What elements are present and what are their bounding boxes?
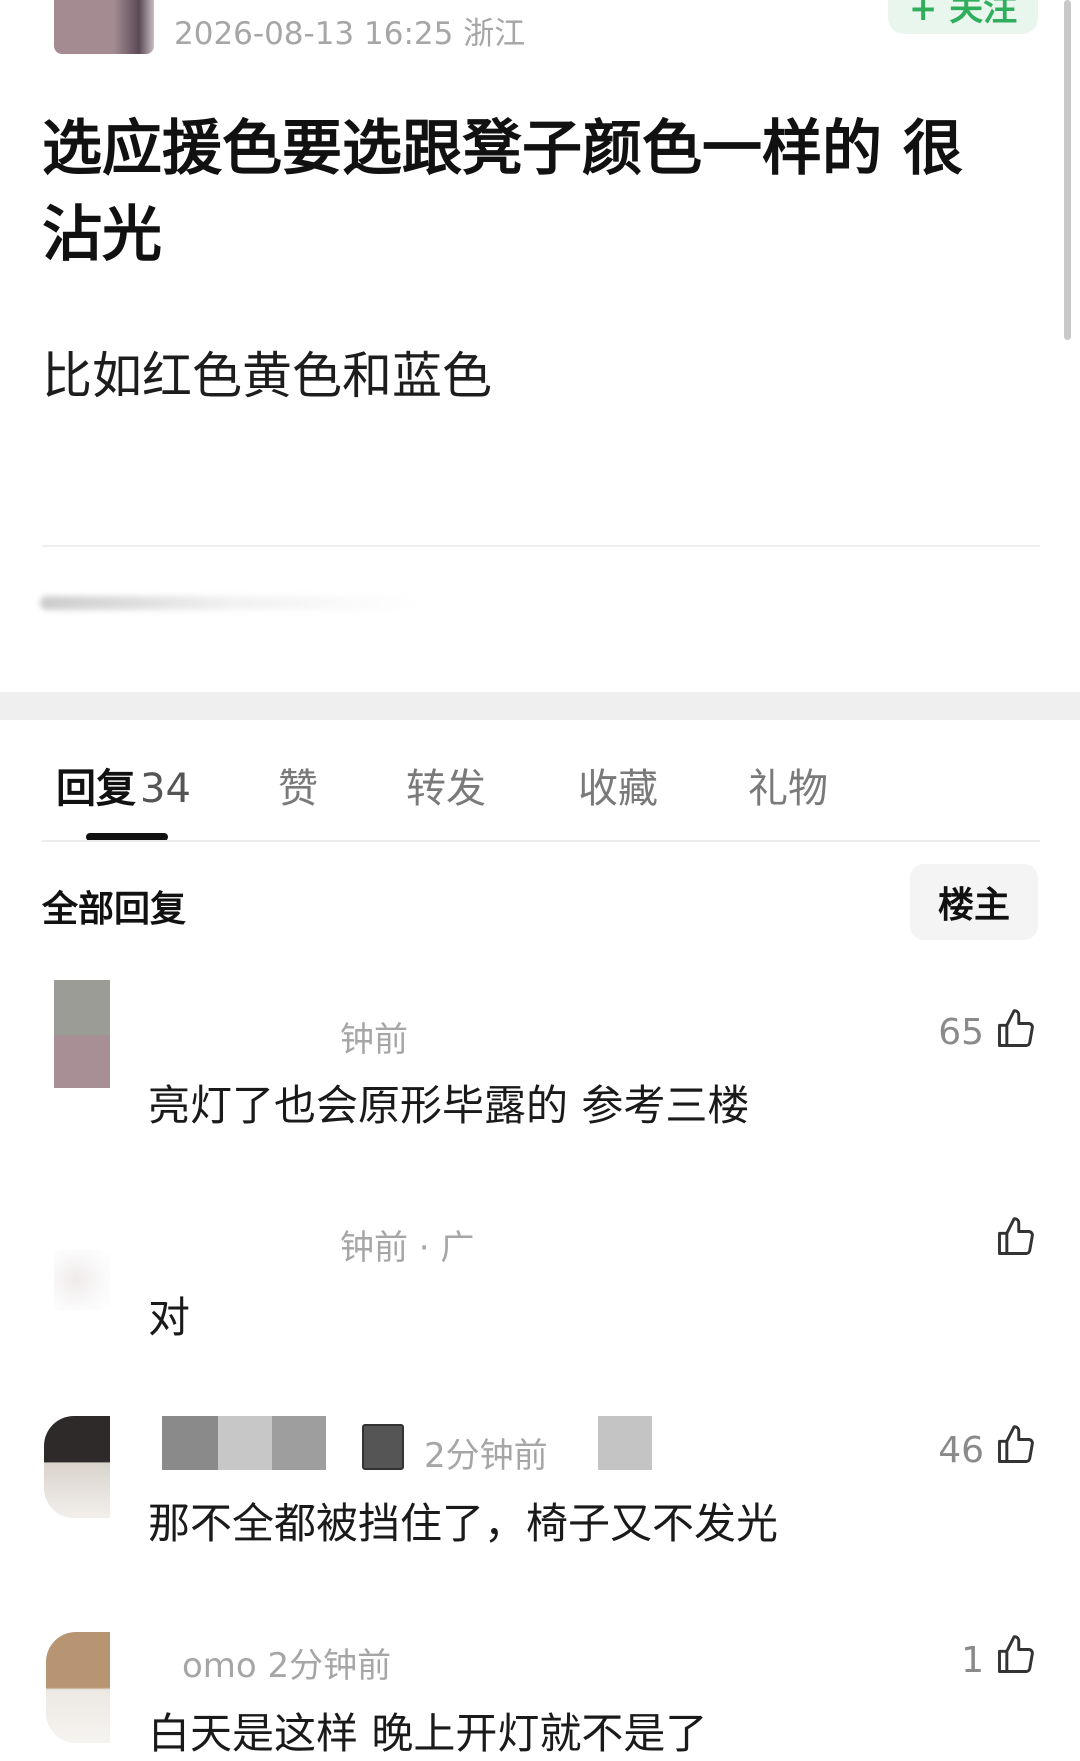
post-meta: 2026-08-13 16:25 浙江 — [174, 16, 526, 52]
scrollbar[interactable] — [1064, 0, 1071, 340]
thumbs-up-icon[interactable] — [994, 1422, 1038, 1468]
divider — [42, 840, 1040, 842]
tab-likes[interactable]: 赞 — [278, 756, 318, 814]
tab-replies-label: 回复 — [56, 766, 136, 812]
blurred-content — [40, 596, 420, 610]
divider — [42, 545, 1040, 547]
masked-username — [218, 1416, 272, 1470]
comment-meta: 钟前 · 广 — [340, 1228, 475, 1268]
masked-username — [598, 1416, 652, 1470]
masked-username — [162, 1416, 218, 1470]
comment-meta: 2分钟前 — [424, 1436, 548, 1476]
post-body: 比如红色黄色和蓝色 — [42, 347, 492, 405]
comment-text: 对 — [148, 1293, 191, 1342]
follow-button[interactable]: + 关注 — [888, 0, 1038, 34]
commenter-avatar[interactable] — [54, 980, 110, 1088]
masked-username — [150, 1010, 340, 1054]
comment-text: 那不全都被挡住了，椅子又不发光 — [148, 1499, 779, 1548]
comment-text: 亮灯了也会原形毕露的 参考三楼 — [148, 1081, 750, 1130]
all-replies-heading: 全部回复 — [42, 889, 187, 930]
section-separator — [0, 692, 1080, 720]
author-avatar[interactable] — [54, 0, 154, 54]
comment-meta: omo 2分钟前 — [182, 1646, 392, 1686]
thumbs-up-icon[interactable] — [994, 1006, 1038, 1052]
commenter-avatar[interactable] — [46, 1632, 110, 1743]
tab-gifts[interactable]: 礼物 — [748, 756, 828, 814]
commenter-avatar[interactable] — [44, 1416, 110, 1518]
commenter-avatar[interactable] — [54, 1250, 110, 1310]
notebook-badge-icon — [362, 1424, 404, 1470]
tab-replies-count: 34 — [140, 766, 191, 812]
thumbs-up-icon[interactable] — [994, 1214, 1038, 1260]
like-count: 65 — [938, 1012, 984, 1053]
post-title: 选应援色要选跟凳子颜色一样的 很沾光 — [42, 114, 963, 270]
thumbs-up-icon[interactable] — [994, 1632, 1038, 1678]
comment-meta: 钟前 — [340, 1020, 408, 1060]
op-only-filter-button[interactable]: 楼主 — [910, 864, 1038, 940]
tab-favorites[interactable]: 收藏 — [578, 756, 658, 814]
tab-replies[interactable]: 回复 34 — [56, 756, 191, 814]
like-count: 46 — [938, 1430, 984, 1471]
masked-username — [272, 1416, 326, 1470]
tab-reposts[interactable]: 转发 — [406, 756, 486, 814]
comment-text: 白天是这样 晚上开灯就不是了 — [148, 1709, 708, 1758]
like-count: 1 — [961, 1640, 984, 1681]
